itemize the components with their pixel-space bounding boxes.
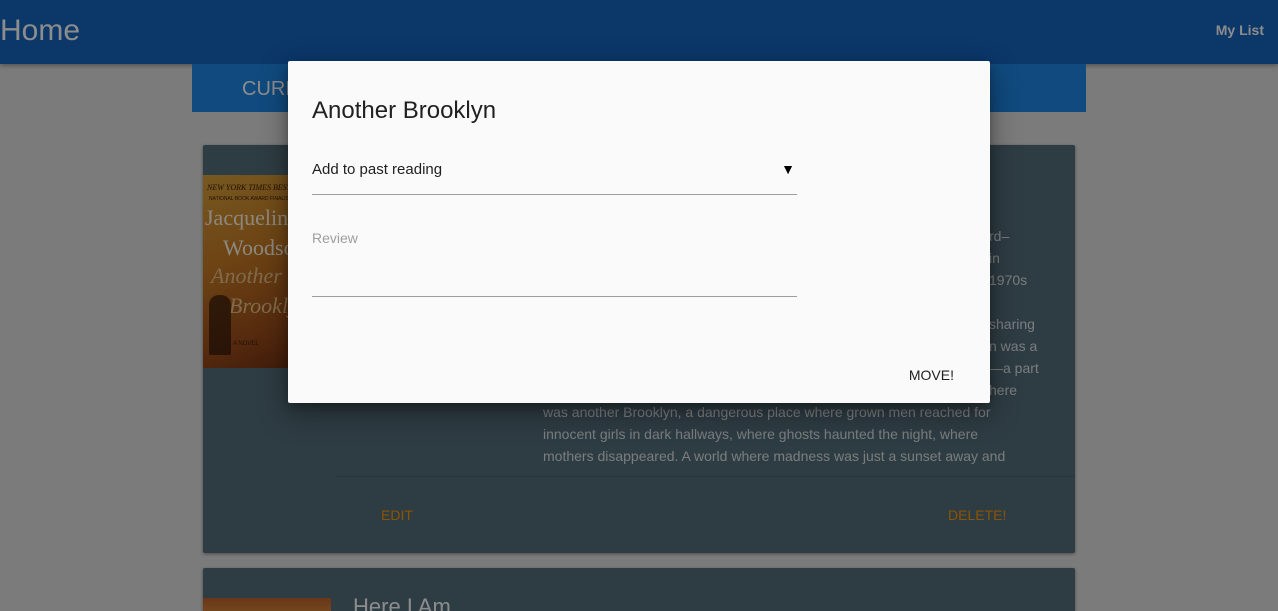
review-input[interactable]	[312, 255, 801, 297]
review-field: Review	[312, 227, 801, 297]
move-button[interactable]: MOVE!	[909, 367, 954, 383]
select-value: Add to past reading	[312, 161, 443, 178]
dropdown-arrow-icon: ▼	[781, 161, 795, 177]
dialog-title: Another Brooklyn	[312, 97, 497, 124]
move-book-dialog: Another Brooklyn Add to past reading ▼ R…	[288, 61, 990, 403]
review-label: Review	[312, 230, 358, 246]
reading-list-select[interactable]: Add to past reading ▼	[312, 151, 797, 195]
app-root: Home My List CURRENT READING NEW YORK TI…	[0, 0, 1278, 611]
